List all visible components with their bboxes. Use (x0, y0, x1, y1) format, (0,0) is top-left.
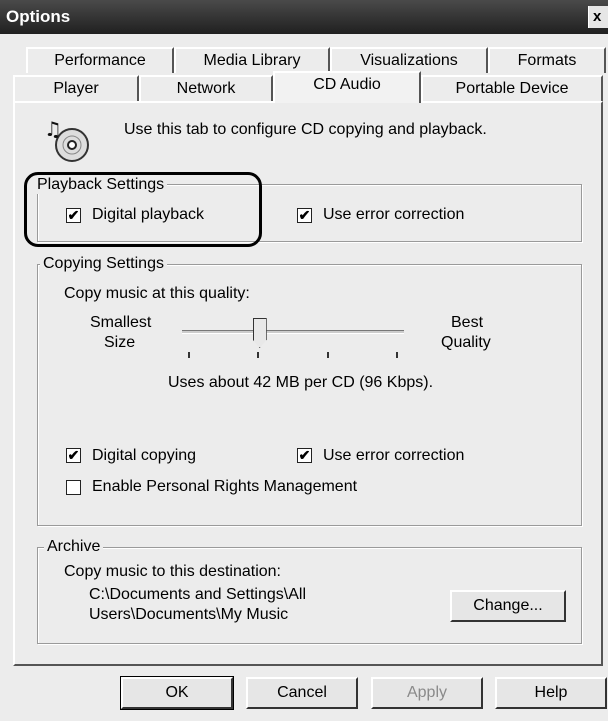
digital-copying-label[interactable]: Digital copying (92, 447, 196, 465)
header-text: Use this tab to configure CD copying and… (124, 121, 487, 138)
usage-text: Uses about 42 MB per CD (96 Kbps). (168, 374, 434, 391)
digital-copying-checkbox[interactable]: ✔ (66, 448, 81, 463)
copying-error-correction-label[interactable]: Use error correction (323, 447, 464, 465)
archive-group-title: Archive (44, 538, 104, 556)
slider-min-label-1: Smallest (90, 314, 152, 331)
close-button[interactable]: x (588, 6, 608, 28)
tab-visualizations[interactable]: Visualizations (330, 47, 488, 73)
slider-min-label-2: Size (104, 334, 136, 351)
tab-label: Performance (54, 52, 146, 69)
destination-label: Copy music to this destination: (64, 563, 281, 580)
title-bar: Options x (0, 0, 608, 34)
copying-group-title: Copying Settings (40, 255, 167, 273)
playback-error-correction-label[interactable]: Use error correction (323, 206, 464, 224)
tab-label: Media Library (203, 52, 301, 69)
quality-label: Copy music at this quality: (64, 285, 250, 302)
slider-max-label-2: Quality (441, 334, 491, 351)
tab-label: Player (53, 80, 99, 97)
tab-player[interactable]: Player (13, 75, 139, 101)
svg-text:♫: ♫ (44, 117, 62, 141)
tab-label: Network (176, 80, 236, 97)
playback-error-correction-checkbox[interactable]: ✔ (297, 208, 312, 223)
tab-media-library[interactable]: Media Library (174, 47, 330, 73)
prm-label[interactable]: Enable Personal Rights Management (92, 478, 357, 496)
ok-button[interactable]: OK (120, 676, 234, 710)
prm-checkbox[interactable] (66, 480, 81, 495)
slider-tick (327, 352, 329, 358)
tab-portable-device[interactable]: Portable Device (421, 75, 603, 101)
slider-tick (188, 352, 190, 358)
tab-cd-audio[interactable]: CD Audio (273, 71, 421, 103)
change-button[interactable]: Change... (450, 590, 566, 622)
cancel-button[interactable]: Cancel (246, 677, 358, 709)
destination-path-line1: C:\Documents and Settings\All (89, 586, 306, 603)
copying-error-correction-checkbox[interactable]: ✔ (297, 448, 312, 463)
destination-path-line2: Users\Documents\My Music (89, 606, 289, 623)
tab-label: CD Audio (313, 76, 381, 93)
slider-tick (257, 352, 259, 358)
options-dialog: Options x Performance Media Library Visu… (0, 0, 608, 721)
tab-formats[interactable]: Formats (488, 47, 606, 73)
quality-slider-track[interactable] (182, 330, 404, 334)
help-button[interactable]: Help (495, 677, 607, 709)
apply-button[interactable]: Apply (371, 677, 483, 709)
highlight-annotation (24, 172, 262, 247)
window-title: Options (6, 7, 71, 26)
tab-performance[interactable]: Performance (26, 47, 174, 73)
cd-music-icon: ♫ (44, 117, 89, 162)
slider-tick (396, 352, 398, 358)
slider-max-label-1: Best (451, 314, 484, 331)
tab-label: Visualizations (360, 52, 458, 69)
tab-network[interactable]: Network (139, 75, 273, 101)
tab-label: Portable Device (455, 80, 569, 97)
tab-label: Formats (517, 52, 577, 69)
